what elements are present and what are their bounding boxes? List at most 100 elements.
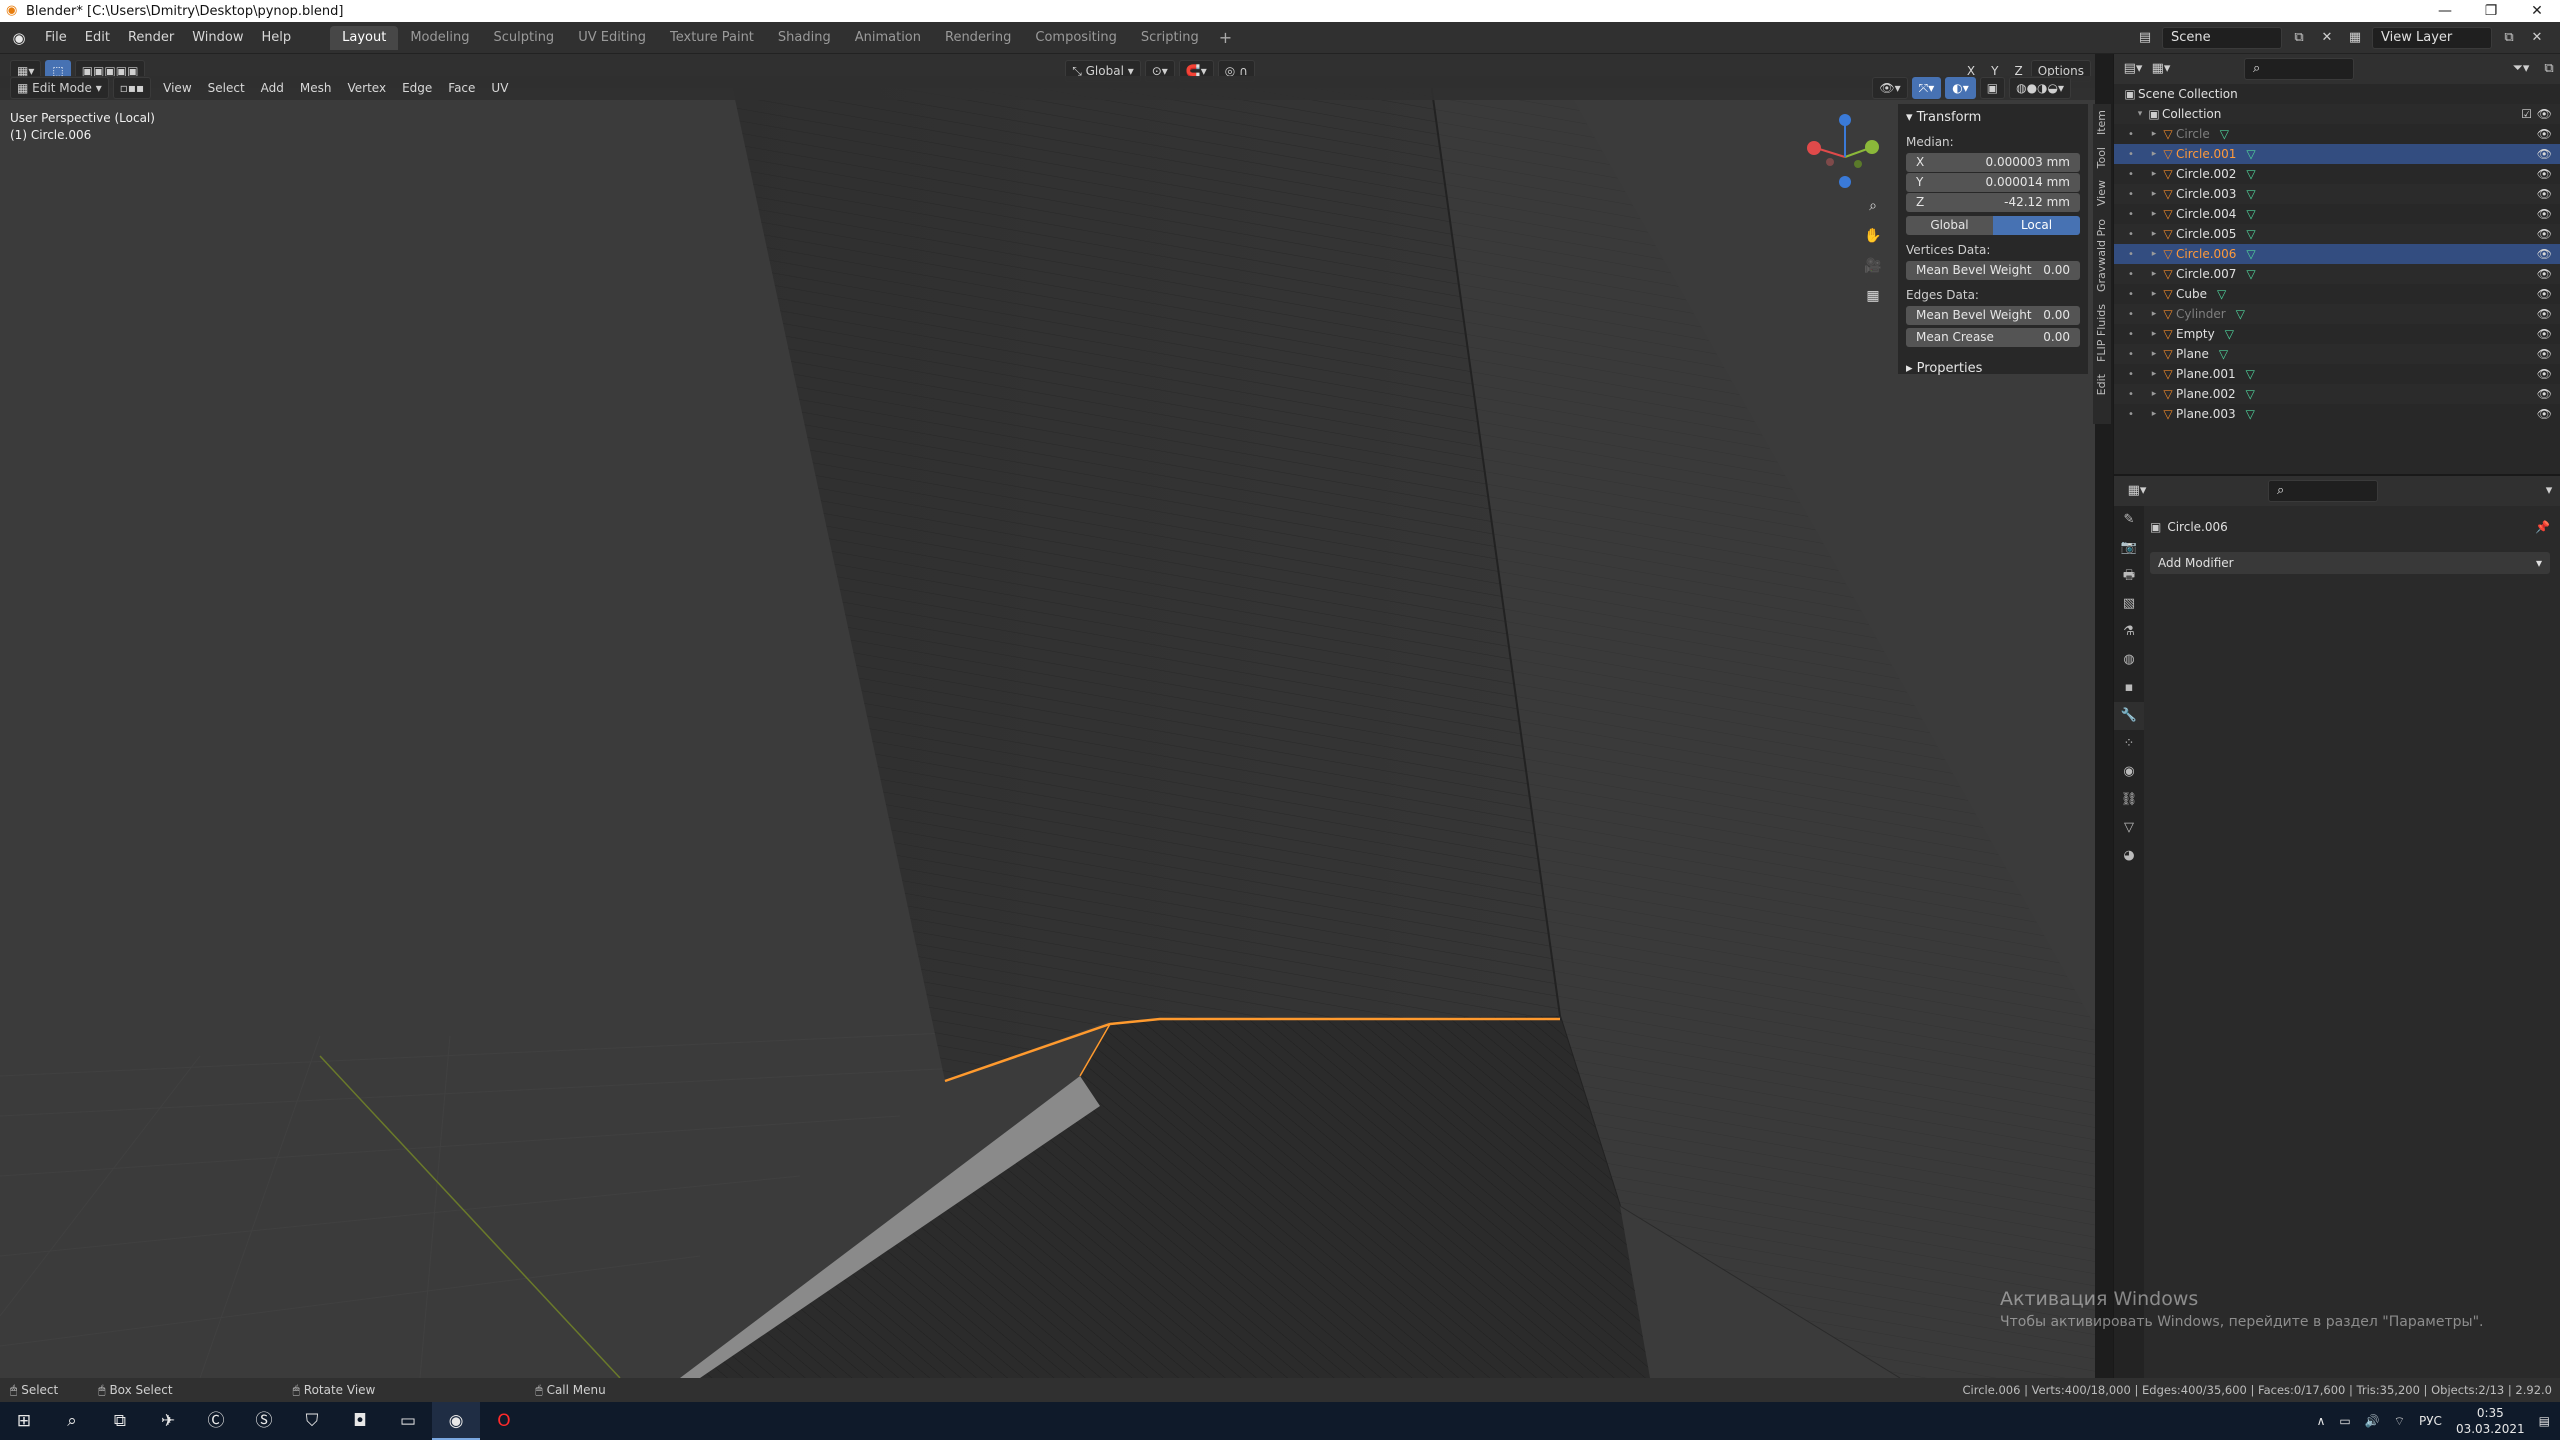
world-icon[interactable]: ◍ (2114, 646, 2144, 674)
tab-flip-fluids[interactable]: FLIP Fluids (2093, 298, 2110, 368)
notifications-icon[interactable]: ▤ (2539, 1414, 2550, 1428)
notepad-icon[interactable]: ▭ (384, 1402, 432, 1440)
tab-compositing[interactable]: Compositing (1023, 26, 1129, 50)
expand-arrow-icon[interactable]: ▸ (2148, 249, 2160, 259)
eye-icon[interactable]: 👁 (2537, 247, 2552, 261)
eye-icon[interactable]: 👁 (2537, 147, 2552, 161)
mesh-data-icon[interactable]: ▽ (2246, 227, 2255, 241)
checkbox-icon[interactable]: ☑ (2521, 107, 2532, 121)
task-view-icon[interactable]: ⧉ (96, 1402, 144, 1440)
tab-view[interactable]: View (2093, 174, 2110, 212)
expand-arrow-icon[interactable]: ▸ (2148, 149, 2160, 159)
expand-arrow-icon[interactable]: ▸ (2148, 209, 2160, 219)
overlay-toggle-button[interactable]: ◐▾ (1945, 77, 1976, 99)
eye-icon[interactable]: 👁 (2537, 367, 2552, 381)
filter-icon[interactable]: ⏷▾ (2510, 58, 2532, 80)
mesh-data-icon[interactable]: ▽ (2246, 207, 2255, 221)
outliner-item[interactable]: • ▸ ▽ Plane ▽ 👁 (2114, 344, 2560, 364)
menu-uv[interactable]: UV (483, 81, 516, 95)
scene-props-icon[interactable]: ⚗ (2114, 618, 2144, 646)
skype-icon[interactable]: Ⓢ (240, 1402, 288, 1440)
expand-arrow-icon[interactable]: ▸ (2148, 329, 2160, 339)
transform-panel-title[interactable]: ▾ Transform (1906, 110, 2080, 125)
properties-panel-title[interactable]: ▸ Properties (1906, 361, 2080, 376)
expand-arrow-icon[interactable]: ▸ (2148, 349, 2160, 359)
tab-tool[interactable]: Tool (2093, 141, 2110, 174)
eye-icon[interactable]: 👁 (2537, 387, 2552, 401)
outliner-item[interactable]: • ▸ ▽ Plane.002 ▽ 👁 (2114, 384, 2560, 404)
menu-select[interactable]: Select (200, 81, 253, 95)
mesh-data-icon[interactable]: ▽ (2246, 187, 2255, 201)
expand-arrow-icon[interactable]: ▸ (2148, 389, 2160, 399)
tab-scripting[interactable]: Scripting (1129, 26, 1211, 50)
expand-arrow-icon[interactable]: ▸ (2148, 309, 2160, 319)
eye-icon[interactable]: 👁 (2537, 207, 2552, 221)
menu-render[interactable]: Render (119, 22, 183, 54)
add-modifier-dropdown[interactable]: Add Modifier ▾ (2150, 552, 2550, 574)
outliner-item[interactable]: • ▸ ▽ Plane.001 ▽ 👁 (2114, 364, 2560, 384)
delete-view-layer-icon[interactable]: ✕ (2526, 27, 2548, 49)
tab-texture-paint[interactable]: Texture Paint (658, 26, 766, 50)
vertex-bevel-weight-field[interactable]: Mean Bevel Weight 0.00 (1906, 261, 2080, 280)
view-layer-field[interactable]: View Layer (2372, 27, 2492, 49)
new-view-layer-icon[interactable]: ⧉ (2498, 27, 2520, 49)
menu-window[interactable]: Window (183, 22, 252, 54)
physics-icon[interactable]: ◉ (2114, 758, 2144, 786)
menu-face[interactable]: Face (440, 81, 483, 95)
mode-dropdown[interactable]: ▦ Edit Mode ▾ (10, 77, 109, 99)
close-icon[interactable]: ✕ (2514, 0, 2560, 22)
menu-file[interactable]: File (36, 22, 76, 54)
expand-arrow-icon[interactable]: ▸ (2148, 409, 2160, 419)
tool-icon[interactable]: ✎ (2114, 506, 2144, 534)
view-layer-props-icon[interactable]: ▧ (2114, 590, 2144, 618)
eye-icon[interactable]: 👁 (2537, 407, 2552, 421)
outliner-item[interactable]: • ▸ ▽ Circle.004 ▽ 👁 (2114, 204, 2560, 224)
scene-icon[interactable]: ▤ (2134, 27, 2156, 49)
mesh-data-icon[interactable]: ▽ (2225, 327, 2234, 341)
outliner-item[interactable]: • ▸ ▽ Circle.002 ▽ 👁 (2114, 164, 2560, 184)
mesh-data-icon[interactable]: ▽ (2246, 167, 2255, 181)
outliner-item[interactable]: • ▸ ▽ Circle.006 ▽ 👁 (2114, 244, 2560, 264)
blender-menu-icon[interactable]: ◉ (8, 27, 30, 49)
search-icon[interactable]: ⌕ (48, 1402, 96, 1440)
scene-field[interactable]: Scene (2162, 27, 2282, 49)
restore-icon[interactable]: ❐ (2468, 0, 2514, 22)
expand-arrow-icon[interactable]: ▸ (2148, 169, 2160, 179)
blender-taskbar-icon[interactable]: ◉ (432, 1402, 480, 1440)
eye-icon[interactable]: 👁 (2537, 187, 2552, 201)
pin-icon[interactable]: 📌 (2535, 520, 2550, 534)
display-mode-icon[interactable]: ▦▾ (2150, 58, 2172, 80)
constraints-icon[interactable]: ⛓ (2114, 786, 2144, 814)
mesh-data-icon[interactable]: ▽ (2236, 307, 2245, 321)
zoom-icon[interactable]: ⌕ (1860, 193, 1886, 219)
local-button[interactable]: Local (1993, 216, 2080, 235)
menu-edit[interactable]: Edit (76, 22, 119, 54)
clock[interactable]: 0:35 03.03.2021 (2456, 1405, 2525, 1437)
outliner-item[interactable]: • ▸ ▽ Circle ▽ 👁 (2114, 124, 2560, 144)
eye-icon[interactable]: 👁 (2537, 167, 2552, 181)
new-scene-icon[interactable]: ⧉ (2288, 27, 2310, 49)
visibility-button[interactable]: 👁▾ (1872, 77, 1908, 99)
delete-scene-icon[interactable]: ✕ (2316, 27, 2338, 49)
opera-icon[interactable]: O (480, 1402, 528, 1440)
edge-bevel-weight-field[interactable]: Mean Bevel Weight 0.00 (1906, 306, 2080, 325)
eye-icon[interactable]: 👁 (2537, 287, 2552, 301)
minimize-icon[interactable]: — (2422, 0, 2468, 22)
material-icon[interactable]: ◕ (2114, 842, 2144, 870)
brave-icon[interactable]: ⛉ (288, 1402, 336, 1440)
eye-icon[interactable]: 👁 (2537, 267, 2552, 281)
new-collection-icon[interactable]: ⧉ (2538, 58, 2560, 80)
outliner-item[interactable]: • ▸ ▽ Cylinder ▽ 👁 (2114, 304, 2560, 324)
menu-add[interactable]: Add (253, 81, 292, 95)
outliner-search-input[interactable]: ⌕ (2244, 58, 2354, 80)
expand-arrow-icon[interactable]: ▸ (2148, 189, 2160, 199)
mesh-data-icon[interactable]: ▽ (2246, 267, 2255, 281)
network-icon[interactable]: ▭ (2339, 1414, 2350, 1428)
tab-modeling[interactable]: Modeling (398, 26, 481, 50)
outliner-item[interactable]: • ▸ ▽ Circle.007 ▽ 👁 (2114, 264, 2560, 284)
menu-help[interactable]: Help (253, 22, 301, 54)
eye-icon[interactable]: 👁 (2537, 107, 2552, 121)
median-x-field[interactable]: X 0.000003 mm (1906, 153, 2080, 172)
scene-collection-row[interactable]: ▣ Scene Collection (2114, 84, 2560, 104)
add-workspace-icon[interactable]: + (1211, 28, 1240, 47)
